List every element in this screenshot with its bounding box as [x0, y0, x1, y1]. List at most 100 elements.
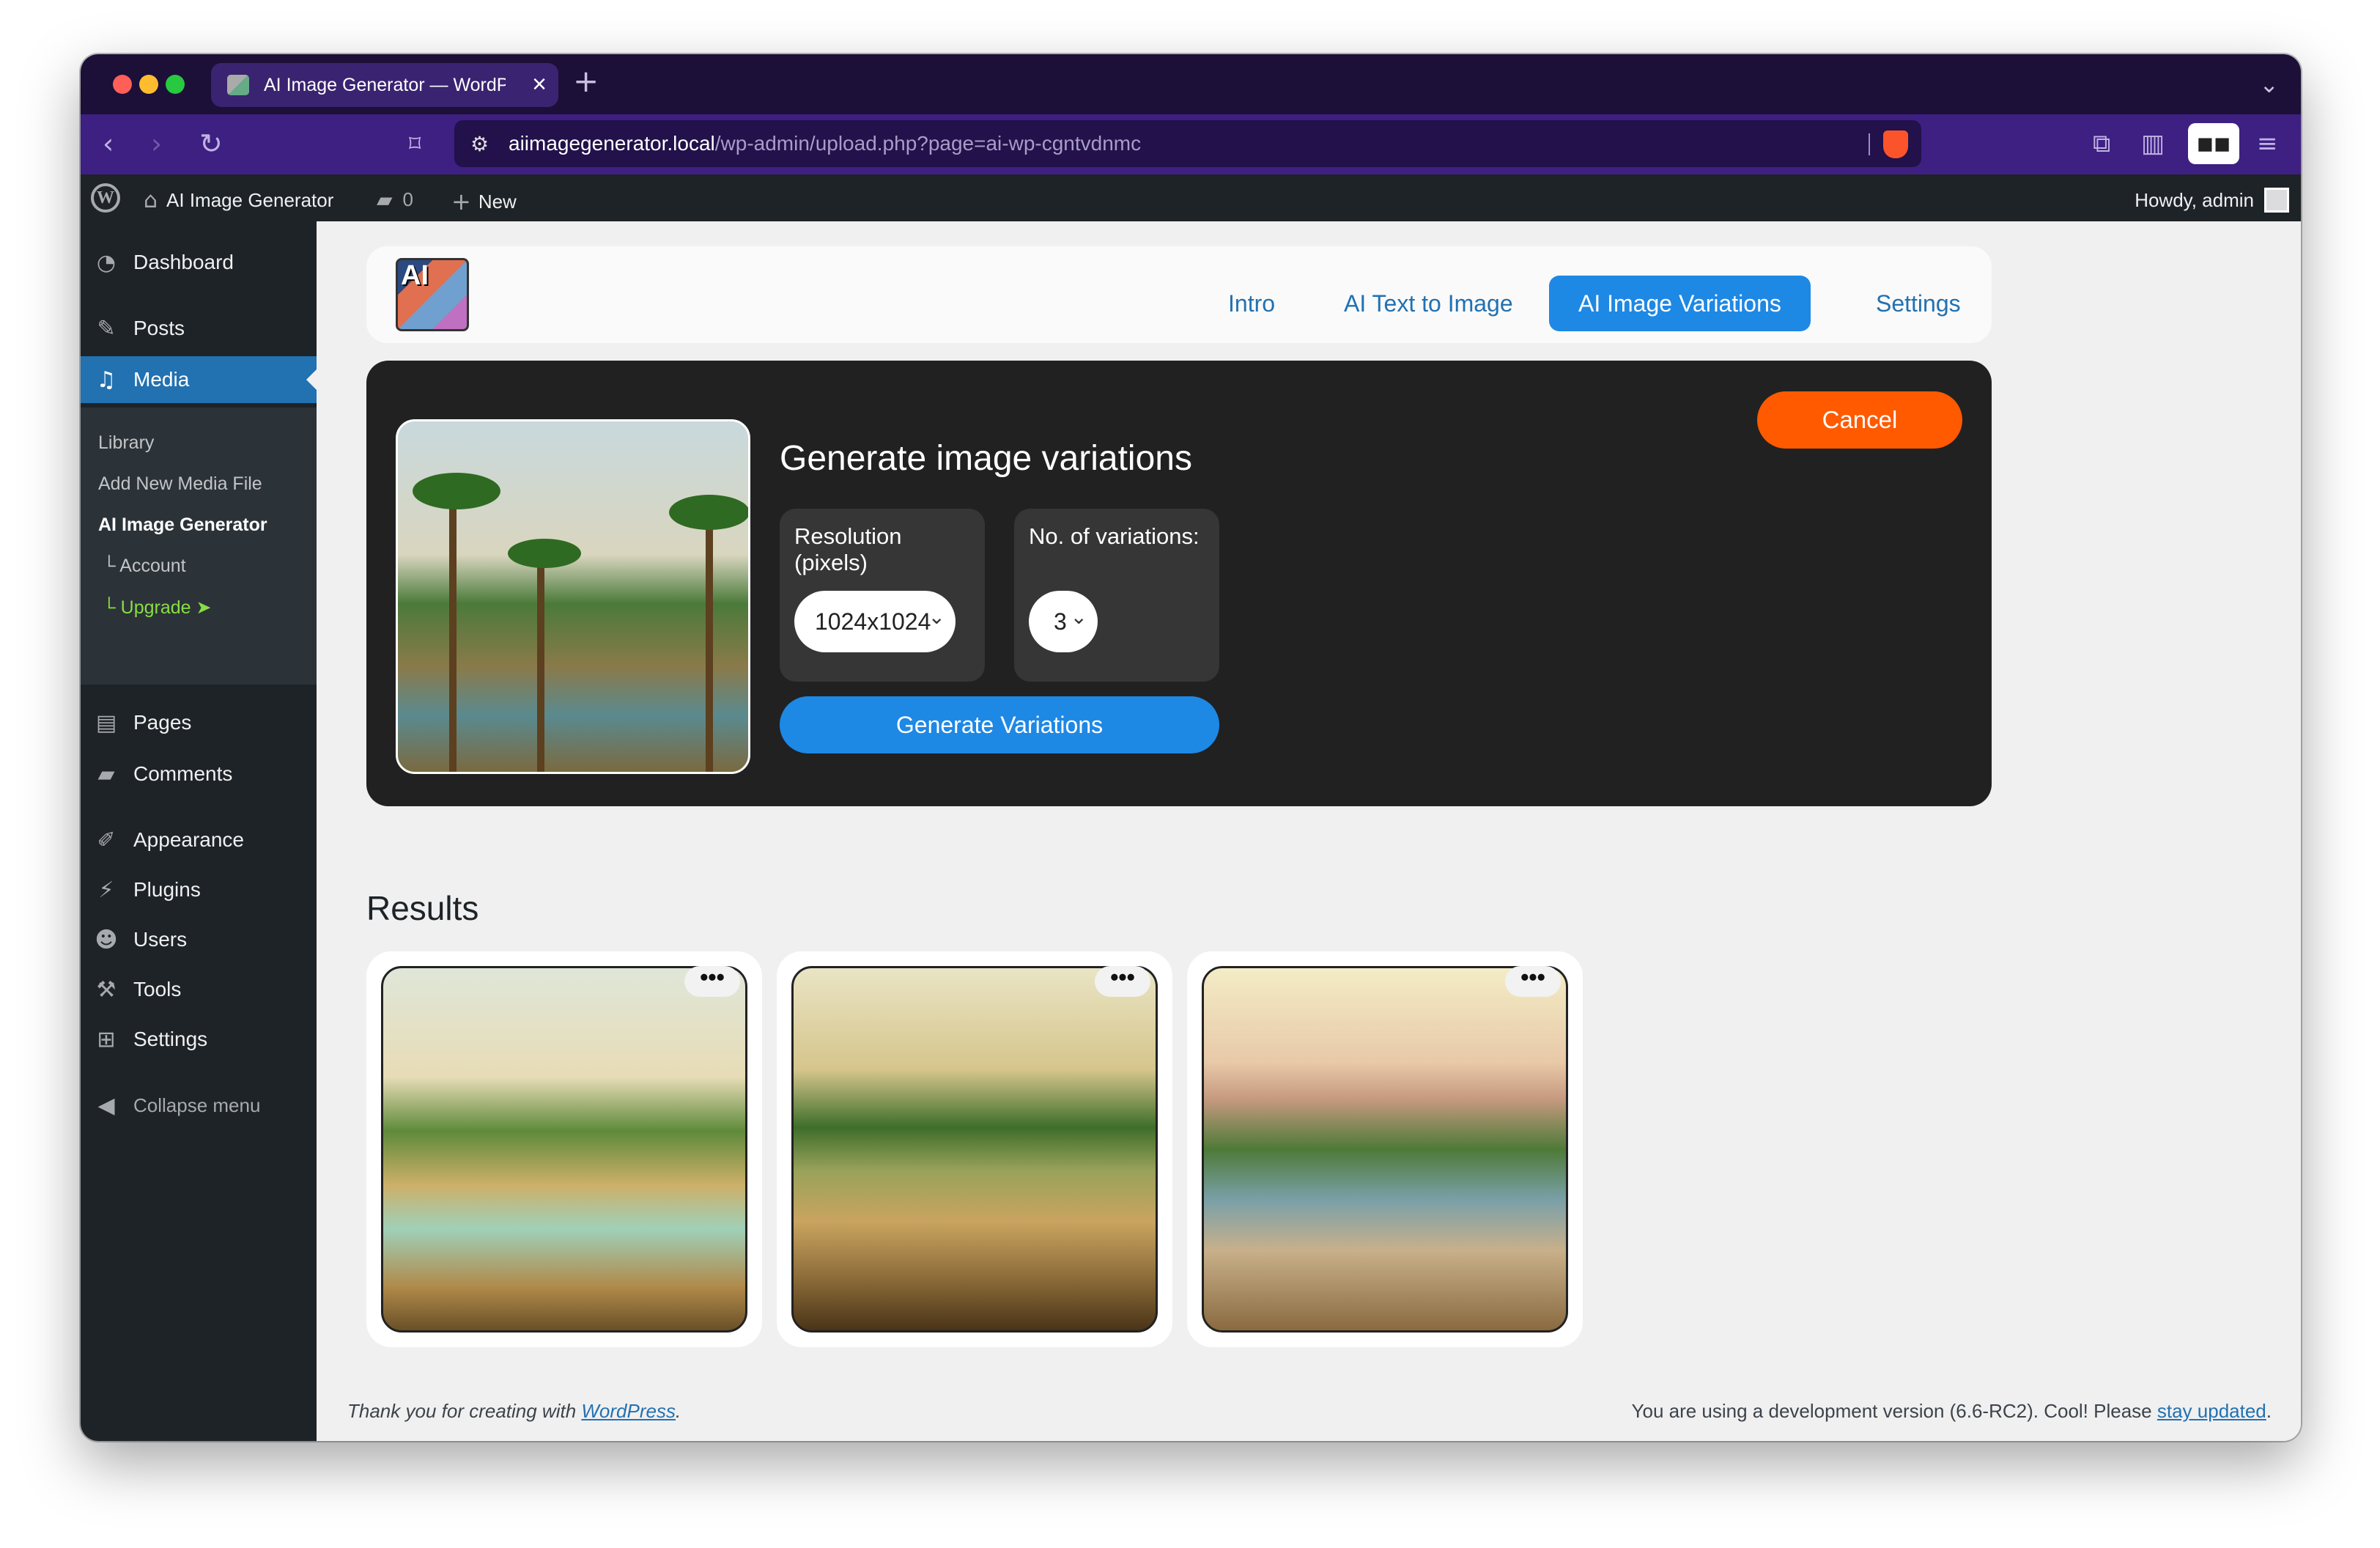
admin-sidebar: ◔ Dashboard ✎ Posts ♫ Media Library Add …: [81, 221, 317, 1441]
close-window-button[interactable]: [113, 75, 132, 94]
sidebar-item-label: Pages: [133, 711, 192, 734]
back-icon[interactable]: ‹: [103, 128, 114, 160]
new-content-link[interactable]: + New: [451, 188, 517, 215]
site-settings-icon[interactable]: ⚙: [470, 132, 489, 156]
reader-glasses-icon[interactable]: ◼◼: [2188, 123, 2239, 164]
variations-card: No. of variations: 3 ⌄: [1014, 509, 1219, 682]
pin-icon: ✎: [97, 316, 116, 342]
browser-tab[interactable]: AI Image Generator — WordPress ×: [211, 63, 558, 107]
url-path: /wp-admin/upload.php?page=ai-wp-cgntvdnm…: [714, 132, 1142, 155]
brave-shields-icon[interactable]: [1883, 130, 1908, 158]
url-host: aiimagegenerator.local: [509, 132, 715, 155]
tab-settings[interactable]: Settings: [1847, 276, 1990, 331]
sidebar-collapse-menu[interactable]: ◀ Collapse menu: [81, 1082, 317, 1129]
settings-icon: ⊞: [97, 1027, 116, 1053]
variations-label: No. of variations:: [1029, 523, 1200, 549]
tab-bar: AI Image Generator — WordPress × + ⌄: [81, 54, 2301, 114]
stay-updated-link[interactable]: stay updated: [2157, 1400, 2266, 1422]
tab-close-icon[interactable]: ×: [532, 70, 547, 99]
sidebar-item-label: Media: [133, 368, 190, 391]
result-image[interactable]: [381, 966, 747, 1333]
plus-icon: +: [451, 188, 471, 215]
palm-trunk: [449, 493, 457, 772]
sidebar-item-appearance[interactable]: ✐ Appearance: [81, 817, 317, 863]
submenu-account[interactable]: └ Account: [103, 556, 186, 577]
sidebar-item-label: Plugins: [133, 878, 201, 901]
sidebar-item-label: Comments: [133, 762, 233, 785]
footer-thanks-text: Thank you for creating with: [347, 1400, 577, 1422]
generate-variations-button[interactable]: Generate Variations: [780, 696, 1219, 753]
palm-leaves: [669, 495, 748, 530]
result-image[interactable]: [791, 966, 1158, 1333]
tab-list-chevron-icon[interactable]: ⌄: [2259, 70, 2279, 98]
sidebar-item-pages[interactable]: ▤ Pages: [81, 699, 317, 746]
zoom-window-button[interactable]: [166, 75, 185, 94]
sidebar-item-users[interactable]: ☻ Users: [81, 916, 317, 963]
submenu-add-new-media[interactable]: Add New Media File: [98, 473, 262, 495]
sidebar-item-posts[interactable]: ✎ Posts: [81, 305, 317, 352]
footer-version-suffix: .: [2266, 1400, 2272, 1422]
url-divider: [1869, 133, 1870, 155]
comments-link[interactable]: ▰ 0: [377, 188, 413, 212]
new-tab-icon[interactable]: +: [573, 63, 599, 99]
media-icon: ♫: [96, 367, 117, 393]
more-options-button[interactable]: •••: [1505, 965, 1561, 997]
tab-title: AI Image Generator — WordPress: [264, 74, 506, 95]
account-menu[interactable]: Howdy, admin: [2135, 188, 2289, 213]
sidebar-toggle-icon[interactable]: ▥: [2141, 128, 2165, 160]
variations-select[interactable]: 3 ⌄: [1029, 591, 1098, 652]
source-image: [396, 419, 750, 774]
comments-count: 0: [402, 188, 414, 210]
sidebar-item-label: Collapse menu: [133, 1094, 261, 1116]
result-image[interactable]: [1202, 966, 1568, 1333]
minimize-window-button[interactable]: [139, 75, 158, 94]
submenu-upgrade[interactable]: └ Upgrade ➤: [103, 597, 211, 619]
footer-version-text: You are using a development version (6.6…: [1631, 1400, 2152, 1422]
footer-version: You are using a development version (6.6…: [1632, 1400, 2272, 1423]
address-bar[interactable]: ⚙ aiimagegenerator.local/wp-admin/upload…: [454, 120, 1921, 167]
sidebar-item-plugins[interactable]: ⚡ Plugins: [81, 866, 317, 913]
resolution-value: 1024x1024: [815, 608, 931, 635]
palm-trunk: [706, 508, 713, 772]
sidebar-item-settings[interactable]: ⊞ Settings: [81, 1016, 317, 1063]
submenu-ai-image-generator[interactable]: AI Image Generator: [98, 515, 267, 536]
sidebar-item-dashboard[interactable]: ◔ Dashboard: [81, 239, 317, 286]
sidebar-item-tools[interactable]: ⚒ Tools: [81, 966, 317, 1013]
wordpress-link[interactable]: WordPress: [581, 1400, 676, 1422]
avatar: [2264, 188, 2289, 213]
tab-ai-image-variations[interactable]: AI Image Variations: [1549, 276, 1811, 331]
cancel-button[interactable]: Cancel: [1757, 391, 1962, 449]
site-name: AI Image Generator: [166, 189, 334, 211]
more-options-button[interactable]: •••: [1095, 965, 1150, 997]
bookmark-icon[interactable]: ⌑: [409, 128, 421, 160]
plugin-logo: AI: [396, 258, 469, 331]
site-home-link[interactable]: ⌂ AI Image Generator: [144, 188, 333, 213]
forward-icon[interactable]: ›: [151, 128, 162, 160]
plug-icon: ⚡: [98, 877, 114, 903]
wordpress-logo-icon[interactable]: W: [91, 183, 120, 213]
sidebar-item-label: Tools: [133, 978, 182, 1000]
collapse-icon: ◀: [97, 1093, 115, 1118]
media-submenu: Library Add New Media File AI Image Gene…: [81, 408, 317, 685]
dashboard-icon: ◔: [96, 250, 117, 276]
wrench-icon: ⚒: [96, 977, 117, 1003]
sidebar-item-label: Settings: [133, 1028, 208, 1050]
extensions-icon[interactable]: ⧉: [2093, 128, 2110, 160]
sidebar-item-label: Users: [133, 928, 188, 951]
palm-trunk: [537, 552, 544, 772]
home-icon: ⌂: [144, 188, 158, 213]
more-options-button[interactable]: •••: [684, 965, 740, 997]
resolution-select[interactable]: 1024x1024 ⌄: [794, 591, 956, 652]
results-heading: Results: [366, 889, 479, 927]
palm-leaves: [508, 539, 581, 568]
main-content: AI Intro AI Text to Image AI Image Varia…: [317, 221, 2301, 1441]
tab-intro[interactable]: Intro: [1199, 276, 1304, 331]
submenu-library[interactable]: Library: [98, 432, 154, 454]
sidebar-item-media[interactable]: ♫ Media: [81, 356, 317, 403]
chevron-down-icon: ⌄: [928, 605, 945, 629]
sidebar-item-comments[interactable]: ▰ Comments: [81, 751, 317, 797]
tab-ai-text-to-image[interactable]: AI Text to Image: [1315, 276, 1542, 331]
reload-icon[interactable]: ↻: [199, 128, 223, 160]
menu-icon[interactable]: ≡: [2257, 128, 2278, 160]
comment-bubble-icon: ▰: [377, 188, 393, 212]
